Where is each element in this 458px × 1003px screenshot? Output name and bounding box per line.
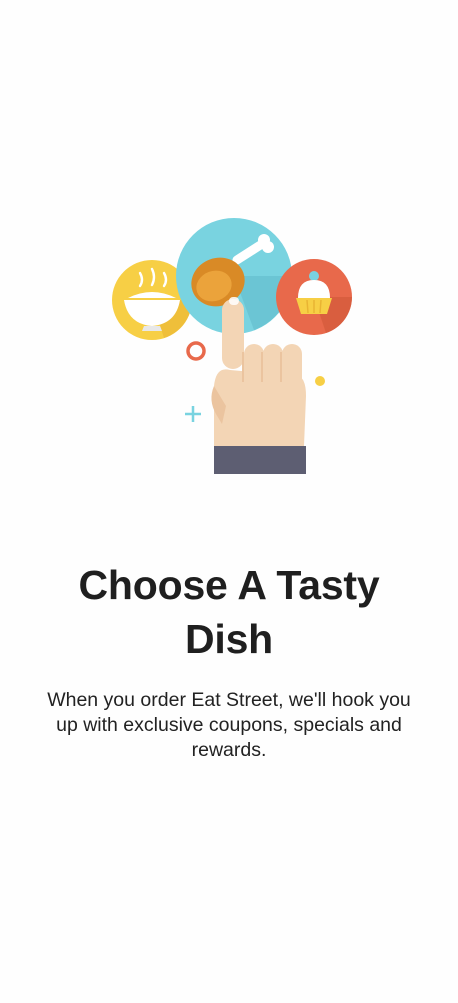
dot-decoration — [315, 376, 325, 386]
onboarding-description: When you order Eat Street, we'll hook yo… — [47, 689, 411, 761]
food-selection-illustration — [104, 210, 364, 490]
plus-decoration — [185, 406, 201, 422]
ring-decoration — [186, 341, 206, 361]
onboarding-screen: Choose A Tasty Dish When you order Eat S… — [0, 0, 458, 1003]
page-title: Choose A Tasty Dish — [78, 562, 380, 662]
cupcake-icon — [276, 259, 352, 335]
sleeve — [214, 446, 306, 474]
